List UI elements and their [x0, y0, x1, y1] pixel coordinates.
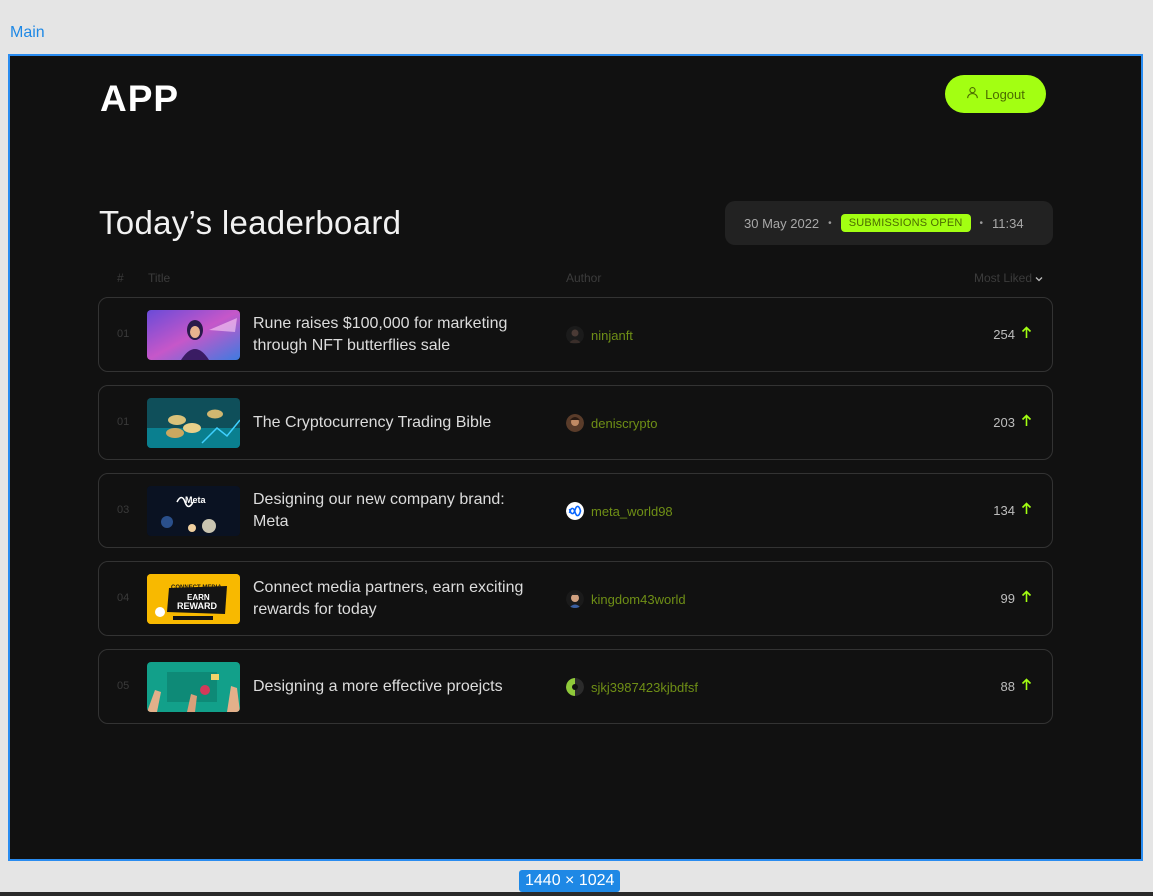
row-likes: 88: [1001, 678, 1032, 694]
deniscrypto-avatar: [566, 414, 584, 432]
sort-label: Most Liked: [974, 271, 1033, 285]
row-title[interactable]: Connect media partners, earn exciting re…: [253, 562, 543, 635]
author-name: deniscrypto: [591, 415, 658, 431]
row-likes: 99: [1001, 590, 1032, 606]
frame-size-badge: 1440 × 1024: [519, 870, 621, 892]
like-count: 254: [993, 326, 1015, 342]
row-likes: 134: [993, 502, 1032, 518]
author-name: ninjanft: [591, 327, 633, 343]
arrow-up-icon: [1021, 590, 1032, 606]
main-frame: APP Logout Today’s leaderboard 30 May 20…: [8, 54, 1143, 861]
meta-logo-avatar: [566, 502, 584, 520]
like-count: 134: [993, 502, 1015, 518]
kingdom43world-avatar: [566, 590, 584, 608]
logout-label: Logout: [985, 86, 1025, 102]
arrow-up-icon: [1021, 414, 1032, 430]
time-text: 11:34: [992, 215, 1024, 231]
table-row[interactable]: 01 Rune raises $100,000 for marketing th…: [98, 297, 1053, 372]
ninjanft-avatar: [566, 326, 584, 344]
author-name: sjkj3987423kjbdfsf: [591, 679, 698, 695]
like-count: 99: [1000, 590, 1015, 606]
page-title: Today’s leaderboard: [99, 204, 402, 241]
thumb-text-connect: CONNECT MEDIA: [171, 585, 222, 591]
frame-label: Main: [10, 24, 45, 41]
app-logo: APP: [100, 78, 180, 119]
status-pill: 30 May 2022 • SUBMISSIONS OPEN • 11:34: [725, 201, 1053, 245]
row-likes: 254: [993, 326, 1032, 342]
user-icon: [966, 86, 979, 102]
thumb-text-reward: REWARD: [177, 601, 217, 611]
row-rank: 01: [117, 328, 130, 340]
table-row[interactable]: 03 Meta Designing our new company brand:…: [98, 473, 1053, 548]
team-planning-thumbnail: [147, 662, 240, 712]
column-header-number: #: [117, 271, 124, 285]
table-row[interactable]: 04 CONNECT MEDIA EARN REWARD Connect med…: [98, 561, 1053, 636]
arrow-up-icon: [1021, 326, 1032, 342]
arrow-up-icon: [1021, 678, 1032, 694]
table-row[interactable]: 01 The Cryptocurrency Trading Bible deni…: [98, 385, 1053, 460]
meta-brand-thumbnail: Meta: [147, 486, 240, 536]
sort-most-liked-button[interactable]: Most Liked: [974, 271, 1043, 285]
author-name: kingdom43world: [591, 591, 686, 607]
column-header-title: Title: [148, 271, 171, 285]
sjkj-avatar: [566, 678, 584, 696]
row-author[interactable]: meta_world98: [566, 502, 673, 520]
row-title[interactable]: Designing our new company brand: Meta: [253, 474, 543, 547]
meta-thumb-text: Meta: [185, 495, 206, 505]
status-badge: SUBMISSIONS OPEN: [840, 214, 971, 232]
logout-button[interactable]: Logout: [945, 75, 1046, 113]
row-title[interactable]: The Cryptocurrency Trading Bible: [253, 386, 543, 459]
chevron-down-icon: [1035, 271, 1043, 285]
nft-character-thumbnail: [147, 310, 240, 360]
row-title[interactable]: Designing a more effective proejcts: [253, 650, 543, 723]
row-likes: 203: [993, 414, 1032, 430]
row-rank: 03: [117, 504, 130, 516]
row-rank: 04: [117, 592, 130, 604]
row-author[interactable]: sjkj3987423kjbdfsf: [566, 678, 698, 696]
earn-reward-thumbnail: CONNECT MEDIA EARN REWARD: [147, 574, 240, 624]
column-header-author: Author: [566, 271, 602, 285]
row-rank: 05: [117, 680, 130, 692]
row-author[interactable]: ninjanft: [566, 326, 633, 344]
row-author[interactable]: kingdom43world: [566, 590, 686, 608]
bottom-bar: [0, 892, 1153, 896]
arrow-up-icon: [1021, 502, 1032, 518]
row-title[interactable]: Rune raises $100,000 for marketing throu…: [253, 298, 543, 371]
row-rank: 01: [117, 416, 130, 428]
separator-dot: •: [828, 217, 832, 229]
crypto-coins-thumbnail: [147, 398, 240, 448]
like-count: 203: [993, 414, 1015, 430]
author-name: meta_world98: [591, 503, 673, 519]
date-text: 30 May 2022: [744, 215, 820, 231]
table-row[interactable]: 05 Designing a more effective proejcts s…: [98, 649, 1053, 724]
row-author[interactable]: deniscrypto: [566, 414, 657, 432]
separator-dot: •: [979, 217, 984, 229]
like-count: 88: [1000, 678, 1015, 694]
